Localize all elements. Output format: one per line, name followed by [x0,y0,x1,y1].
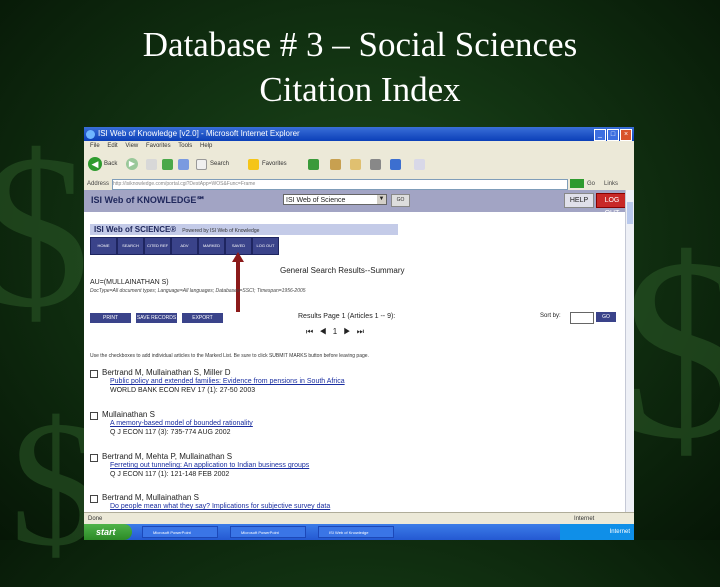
isi-header: ISI Web of KNOWLEDGE℠ ISI Web of Science… [84,190,628,217]
minimize-button[interactable]: _ [594,129,606,141]
logout-button[interactable]: LOG OUT [596,193,628,217]
links-label[interactable]: Links [604,178,618,190]
record-checkbox[interactable] [90,370,98,378]
tab-cited-ref[interactable]: CITED REF [144,237,171,255]
slide-title: Database # 3 – Social Sciences Citation … [0,22,720,112]
record-source: Q J ECON 117 (1): 121-148 FEB 2002 [110,471,230,478]
window-titlebar: ISI Web of Knowledge [v2.0] - Microsoft … [84,127,634,141]
menu-favorites[interactable]: Favorites [146,143,171,149]
status-text: Done [88,516,103,522]
record-source: WORLD BANK ECON REV 17 (1): 27-50 2003 [110,387,256,394]
address-bar: Address http://isiknowledge.com/portal.c… [84,178,634,190]
record-title-link[interactable]: Do people mean what they say? Implicatio… [110,503,330,510]
record-checkbox[interactable] [90,495,98,503]
tab-adv-search[interactable]: ADV SEARCH [171,237,198,264]
edit-icon[interactable] [390,159,401,170]
taskbar-item[interactable]: Microsoft PowerPoint [142,526,218,538]
background-dollar-sign: $ [620,205,720,493]
tab-home[interactable]: HOME [90,237,117,255]
summary-title: General Search Results--Summary [280,266,405,275]
browser-toolbar: ◀ Back ▶ Search Favorites [84,152,634,179]
system-tray: Internet [560,524,634,540]
vertical-scrollbar[interactable] [625,190,634,512]
browser-window: ISI Web of Knowledge [v2.0] - Microsoft … [84,127,634,524]
sort-label: Sort by: [540,313,561,319]
taskbar: start Microsoft PowerPoint Microsoft Pow… [84,524,634,540]
database-go-button[interactable]: GO [391,194,410,207]
go-label[interactable]: Go [587,178,595,190]
address-input[interactable]: http://isiknowledge.com/portal.cgi?DestA… [112,179,568,190]
marked-list-instruction: Use the checkboxes to add individual art… [90,353,369,359]
go-arrow-icon[interactable] [570,179,584,188]
history-icon[interactable] [330,159,341,170]
record-title-link[interactable]: Ferreting out tunneling: An application … [110,462,309,469]
search-label: Search [210,161,230,167]
favorites-star-icon[interactable] [248,159,259,170]
slide-title-line2: Citation Index [259,70,461,109]
menu-view[interactable]: View [125,143,138,149]
search-limits: DocType=All document types; Language=All… [90,288,306,294]
database-select-value: ISI Web of Science [286,197,346,204]
refresh-icon[interactable] [162,159,173,170]
taskbar-item[interactable]: Microsoft PowerPoint [230,526,306,538]
address-label: Address [87,181,110,187]
print-records-button[interactable]: PRINT RECORDS [90,313,131,331]
isi-logo: ISI Web of KNOWLEDGE℠ [91,195,206,205]
record-source: Q J ECON 117 (3): 735-774 AUG 2002 [110,429,231,436]
record-title-link[interactable]: Public policy and extended families: Evi… [110,378,345,385]
save-records-button[interactable]: SAVE RECORDS [136,313,177,323]
chevron-down-icon[interactable]: ▼ [377,195,386,204]
record-checkbox[interactable] [90,454,98,462]
menu-edit[interactable]: Edit [107,143,117,149]
back-button[interactable]: ◀ [88,157,102,171]
back-label: Back [104,161,118,167]
wos-logo: ISI Web of SCIENCE® [94,225,177,234]
stop-icon[interactable] [146,159,157,170]
forward-button[interactable]: ▶ [126,158,138,170]
powered-by-text: Powered by ISI Web of Knowledge [182,228,260,234]
favorites-label: Favorites [262,161,287,167]
discuss-icon[interactable] [414,159,425,170]
status-bar: Done Internet [84,512,634,524]
menu-file[interactable]: File [90,143,100,149]
print-icon[interactable] [370,159,381,170]
record-checkbox[interactable] [90,412,98,420]
taskbar-item[interactable]: ISI Web of Knowledge [318,526,394,538]
start-button[interactable]: start [84,524,132,540]
tab-log-out[interactable]: LOG OUT [252,237,279,255]
scrollbar-thumb[interactable] [627,202,633,224]
search-query: AU=(MULLAINATHAN S) [90,279,169,286]
results-pager[interactable]: ⏮ ◀ 1 ▶ ⏭ [306,327,366,337]
home-icon[interactable] [178,159,189,170]
window-title: ISI Web of Knowledge [v2.0] - Microsoft … [98,129,300,138]
export-button[interactable]: EXPORT [182,313,223,323]
record-authors: Bertrand M, Mullainathan S [102,493,199,502]
record-authors: Bertrand M, Mehta P, Mullainathan S [102,452,233,461]
database-select[interactable]: ISI Web of Science ▼ [283,194,387,205]
close-button[interactable]: × [620,129,632,141]
annotation-arrow-icon [232,252,244,312]
background-dollar-sign: $ [0,109,90,353]
ie-icon [86,130,95,139]
help-button[interactable]: HELP [564,193,594,208]
status-zone: Internet [574,516,595,522]
wos-banner: ISI Web of SCIENCE® Powered by ISI Web of… [90,224,398,235]
slide-title-line1: Database # 3 – Social Sciences [142,25,578,64]
tab-marked-list[interactable]: MARKED LIST [198,237,225,264]
results-page-info: Results Page 1 (Articles 1 -- 9): [298,313,396,320]
menu-help[interactable]: Help [200,143,212,149]
tab-search[interactable]: SEARCH [117,237,144,255]
menu-bar: File Edit View Favorites Tools Help [84,141,634,152]
maximize-button[interactable]: □ [607,129,619,141]
media-icon[interactable] [308,159,319,170]
sort-go-button[interactable]: GO [596,312,616,322]
search-icon[interactable] [196,159,207,170]
sort-select[interactable] [570,312,594,324]
mail-icon[interactable] [350,159,361,170]
record-authors: Mullainathan S [102,410,155,419]
menu-tools[interactable]: Tools [178,143,192,149]
record-authors: Bertrand M, Mullainathan S, Miller D [102,368,231,377]
record-title-link[interactable]: A memory-based model of bounded rational… [110,420,253,427]
